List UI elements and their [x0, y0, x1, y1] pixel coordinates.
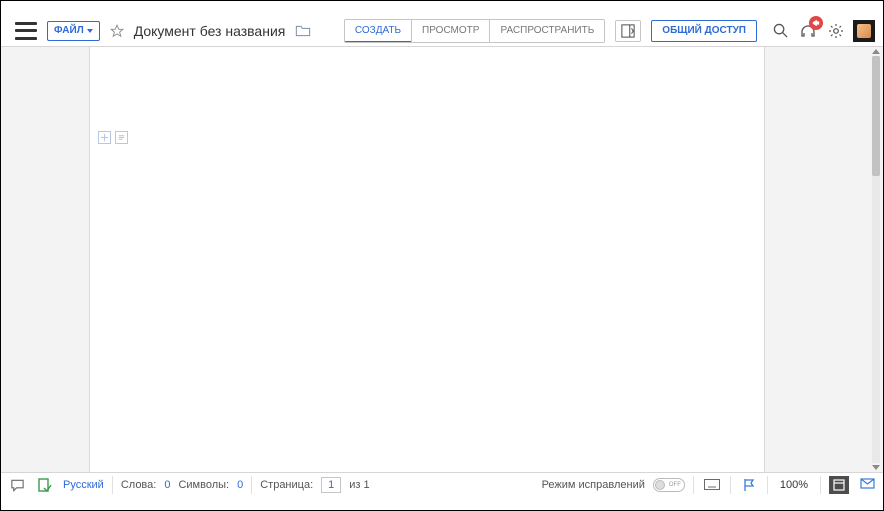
status-bar: Русский Слова: 0 Символы: 0 Страница: 1 … — [1, 472, 883, 496]
toggle-knob — [655, 480, 665, 490]
review-mode-toggle[interactable]: OFF — [653, 478, 685, 492]
review-mode-label: Режим исправлений — [542, 479, 645, 491]
star-icon[interactable] — [110, 24, 124, 38]
feedback-button[interactable] — [857, 476, 877, 494]
vertical-scrollbar[interactable] — [871, 47, 881, 472]
document-check-icon — [38, 478, 52, 492]
navigator-button[interactable] — [739, 476, 759, 494]
header-utility-icons — [767, 20, 875, 42]
mail-icon — [860, 478, 875, 491]
chars-label: Символы: — [178, 479, 229, 491]
page-total: из 1 — [349, 479, 369, 491]
spellcheck-button[interactable] — [35, 476, 55, 494]
page-view-icon — [833, 479, 845, 491]
insert-plus-button[interactable] — [98, 131, 111, 144]
separator — [112, 476, 113, 494]
separator — [693, 476, 694, 494]
keyboard-icon — [704, 479, 720, 490]
zoom-level[interactable]: 100% — [776, 479, 812, 491]
notifications-button[interactable] — [797, 20, 819, 42]
scroll-up-icon[interactable] — [872, 49, 880, 54]
separator — [251, 476, 252, 494]
tab-view[interactable]: ПРОСМОТР — [411, 20, 489, 42]
speech-bubble-icon — [10, 478, 25, 492]
document-page[interactable] — [89, 47, 765, 472]
window-bottom-gap — [1, 496, 883, 510]
separator — [820, 476, 821, 494]
chevron-down-icon — [87, 29, 93, 33]
scroll-track[interactable] — [872, 56, 880, 463]
separator — [767, 476, 768, 494]
page-label: Страница: — [260, 479, 313, 491]
tab-distribute[interactable]: РАСПРОСТРАНИТЬ — [489, 20, 604, 42]
page-current-input[interactable]: 1 — [321, 477, 341, 493]
gear-icon — [828, 23, 844, 39]
insert-text-button[interactable] — [115, 131, 128, 144]
share-button[interactable]: ОБЩИЙ ДОСТУП — [651, 20, 757, 42]
sidebar-icon — [621, 24, 635, 38]
settings-button[interactable] — [823, 20, 849, 42]
folder-icon[interactable] — [295, 24, 311, 38]
search-button[interactable] — [767, 20, 793, 42]
user-avatar[interactable] — [853, 20, 875, 42]
scroll-thumb[interactable] — [872, 56, 880, 176]
file-menu-button[interactable]: ФАЙЛ — [47, 21, 100, 41]
app-header: ФАЙЛ Документ без названия СОЗДАТЬ ПРОСМ… — [1, 15, 883, 47]
megaphone-icon — [812, 19, 820, 27]
language-selector[interactable]: Русский — [63, 479, 104, 491]
document-title[interactable]: Документ без названия — [134, 23, 286, 39]
separator — [730, 476, 731, 494]
toggle-state-text: OFF — [669, 482, 681, 488]
mode-tabs: СОЗДАТЬ ПРОСМОТР РАСПРОСТРАНИТЬ — [344, 19, 605, 43]
view-mode-normal[interactable] — [829, 476, 849, 494]
flag-icon — [742, 478, 756, 492]
file-menu-label: ФАЙЛ — [54, 25, 84, 36]
lines-icon — [117, 133, 126, 142]
insert-block-widgets — [98, 131, 128, 144]
search-icon — [773, 23, 788, 38]
editor-workspace — [1, 47, 883, 472]
words-label: Слова: — [121, 479, 157, 491]
window-top-gap — [1, 1, 883, 15]
keyboard-button[interactable] — [702, 476, 722, 494]
chars-count: 0 — [237, 479, 243, 491]
hamburger-menu-icon[interactable] — [15, 22, 37, 40]
panel-toggle-button[interactable] — [615, 20, 641, 42]
plus-icon — [100, 133, 109, 142]
notification-badge — [809, 16, 823, 30]
tab-create[interactable]: СОЗДАТЬ — [345, 20, 411, 43]
scroll-down-icon[interactable] — [872, 465, 880, 470]
words-count: 0 — [164, 479, 170, 491]
comments-button[interactable] — [7, 476, 27, 494]
